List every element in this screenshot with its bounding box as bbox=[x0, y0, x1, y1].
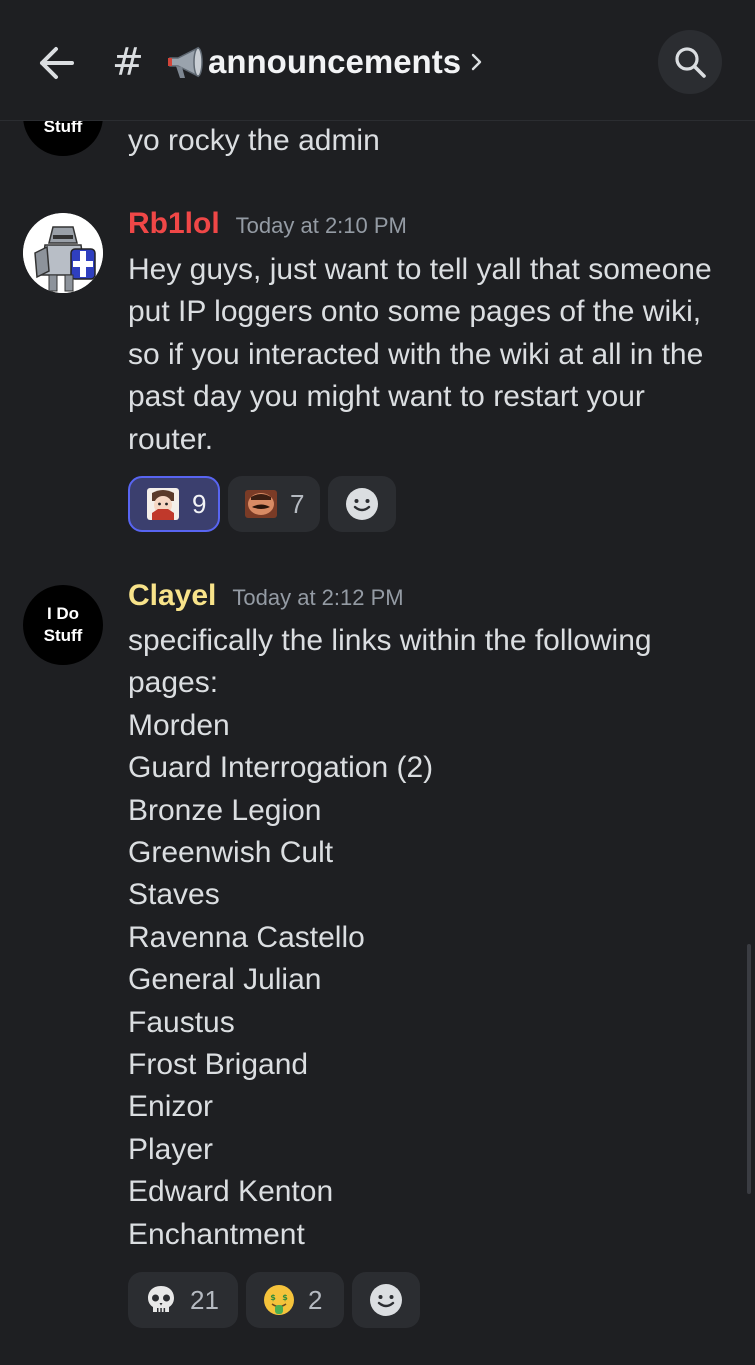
message-line: Faustus bbox=[128, 1005, 235, 1039]
scrollbar[interactable] bbox=[747, 944, 751, 1194]
message-line: Enchantment bbox=[128, 1217, 305, 1251]
knight-avatar-image bbox=[23, 213, 103, 293]
timestamp: Today at 2:10 PM bbox=[235, 213, 407, 238]
reaction-mustache-face[interactable]: 7 bbox=[228, 476, 320, 532]
reaction-count: 7 bbox=[290, 488, 305, 519]
arrow-left-icon bbox=[40, 47, 74, 79]
reaction-skull[interactable]: 21 bbox=[128, 1272, 238, 1328]
avatar[interactable]: I Do Stuff bbox=[23, 585, 103, 665]
message-content: specifically the links within the follow… bbox=[128, 620, 738, 1256]
svg-text:$: $ bbox=[270, 1293, 276, 1302]
message-line: Staves bbox=[128, 878, 220, 912]
message-line: specifically the links within the follow… bbox=[128, 624, 652, 657]
message-list[interactable]: Stuff yo rocky the admin Rb1lol Today at… bbox=[0, 0, 755, 1365]
money-mouth-face-emoji-icon: $ $ bbox=[262, 1283, 296, 1317]
message-content: yo rocky the admin bbox=[128, 120, 738, 162]
message-line: Player bbox=[128, 1132, 214, 1166]
add-reaction-icon bbox=[346, 488, 378, 520]
reaction-bar: 9 7 bbox=[128, 476, 396, 532]
message-line: Edward Kenton bbox=[128, 1175, 334, 1209]
message-line: Hey guys, just want to tell yall that so… bbox=[128, 253, 712, 286]
message-line: put IP loggers onto some pages of the wi… bbox=[128, 295, 702, 329]
svg-text:$: $ bbox=[282, 1293, 288, 1302]
avatar-text: Stuff bbox=[43, 626, 83, 645]
message-line: Frost Brigand bbox=[128, 1048, 309, 1082]
chat-screen: Stuff yo rocky the admin Rb1lol Today at… bbox=[0, 0, 755, 1365]
reaction-bar: 21 $ $ 2 bbox=[128, 1272, 420, 1328]
reaction-count: 2 bbox=[308, 1284, 323, 1315]
message-line: Enizor bbox=[128, 1090, 214, 1124]
username[interactable]: Rb1lol bbox=[128, 207, 220, 241]
message-content: Hey guys, just want to tell yall that so… bbox=[128, 249, 738, 461]
message-line: router. bbox=[128, 422, 214, 456]
search-button[interactable] bbox=[658, 30, 722, 94]
message-line: pages: bbox=[128, 666, 219, 700]
timestamp: Today at 2:12 PM bbox=[232, 585, 404, 610]
mustache-face-emoji-icon bbox=[244, 487, 278, 521]
message-header: Clayel Today at 2:12 PM bbox=[128, 579, 404, 619]
reaction-count: 21 bbox=[190, 1284, 219, 1315]
search-icon bbox=[675, 47, 706, 78]
message-line: Morden bbox=[128, 708, 230, 742]
reaction-count: 9 bbox=[192, 488, 207, 519]
channel-name-button[interactable]: announcements bbox=[166, 36, 483, 88]
character-face-emoji-icon bbox=[146, 487, 180, 521]
avatar[interactable] bbox=[23, 213, 103, 293]
message-line: yo rocky the admin bbox=[128, 124, 380, 157]
channel-header: # announcements bbox=[0, 0, 755, 121]
message-line: Greenwish Cult bbox=[128, 836, 334, 870]
message-line: past day you might want to restart your bbox=[128, 380, 645, 414]
channel-title: announcements bbox=[208, 43, 462, 80]
message-line: Guard Interrogation (2) bbox=[128, 751, 434, 785]
megaphone-icon bbox=[166, 40, 210, 84]
channel-hash-icon: # bbox=[112, 40, 144, 84]
message-line: Ravenna Castello bbox=[128, 920, 365, 954]
username[interactable]: Clayel bbox=[128, 579, 216, 613]
message-header: Rb1lol Today at 2:10 PM bbox=[128, 207, 407, 247]
add-reaction-icon bbox=[370, 1284, 402, 1316]
reaction-character-face[interactable]: 9 bbox=[128, 476, 220, 532]
message-line: so if you interacted with the wiki at al… bbox=[128, 337, 704, 371]
avatar-text: I Do bbox=[46, 604, 80, 623]
reaction-money-mouth[interactable]: $ $ 2 bbox=[246, 1272, 344, 1328]
back-button[interactable] bbox=[30, 38, 82, 88]
add-reaction-button[interactable] bbox=[328, 476, 396, 532]
message-line: General Julian bbox=[128, 963, 322, 997]
add-reaction-button[interactable] bbox=[352, 1272, 420, 1328]
message-line: Bronze Legion bbox=[128, 793, 322, 827]
chevron-right-icon bbox=[471, 52, 483, 72]
skull-emoji-icon bbox=[144, 1283, 178, 1317]
